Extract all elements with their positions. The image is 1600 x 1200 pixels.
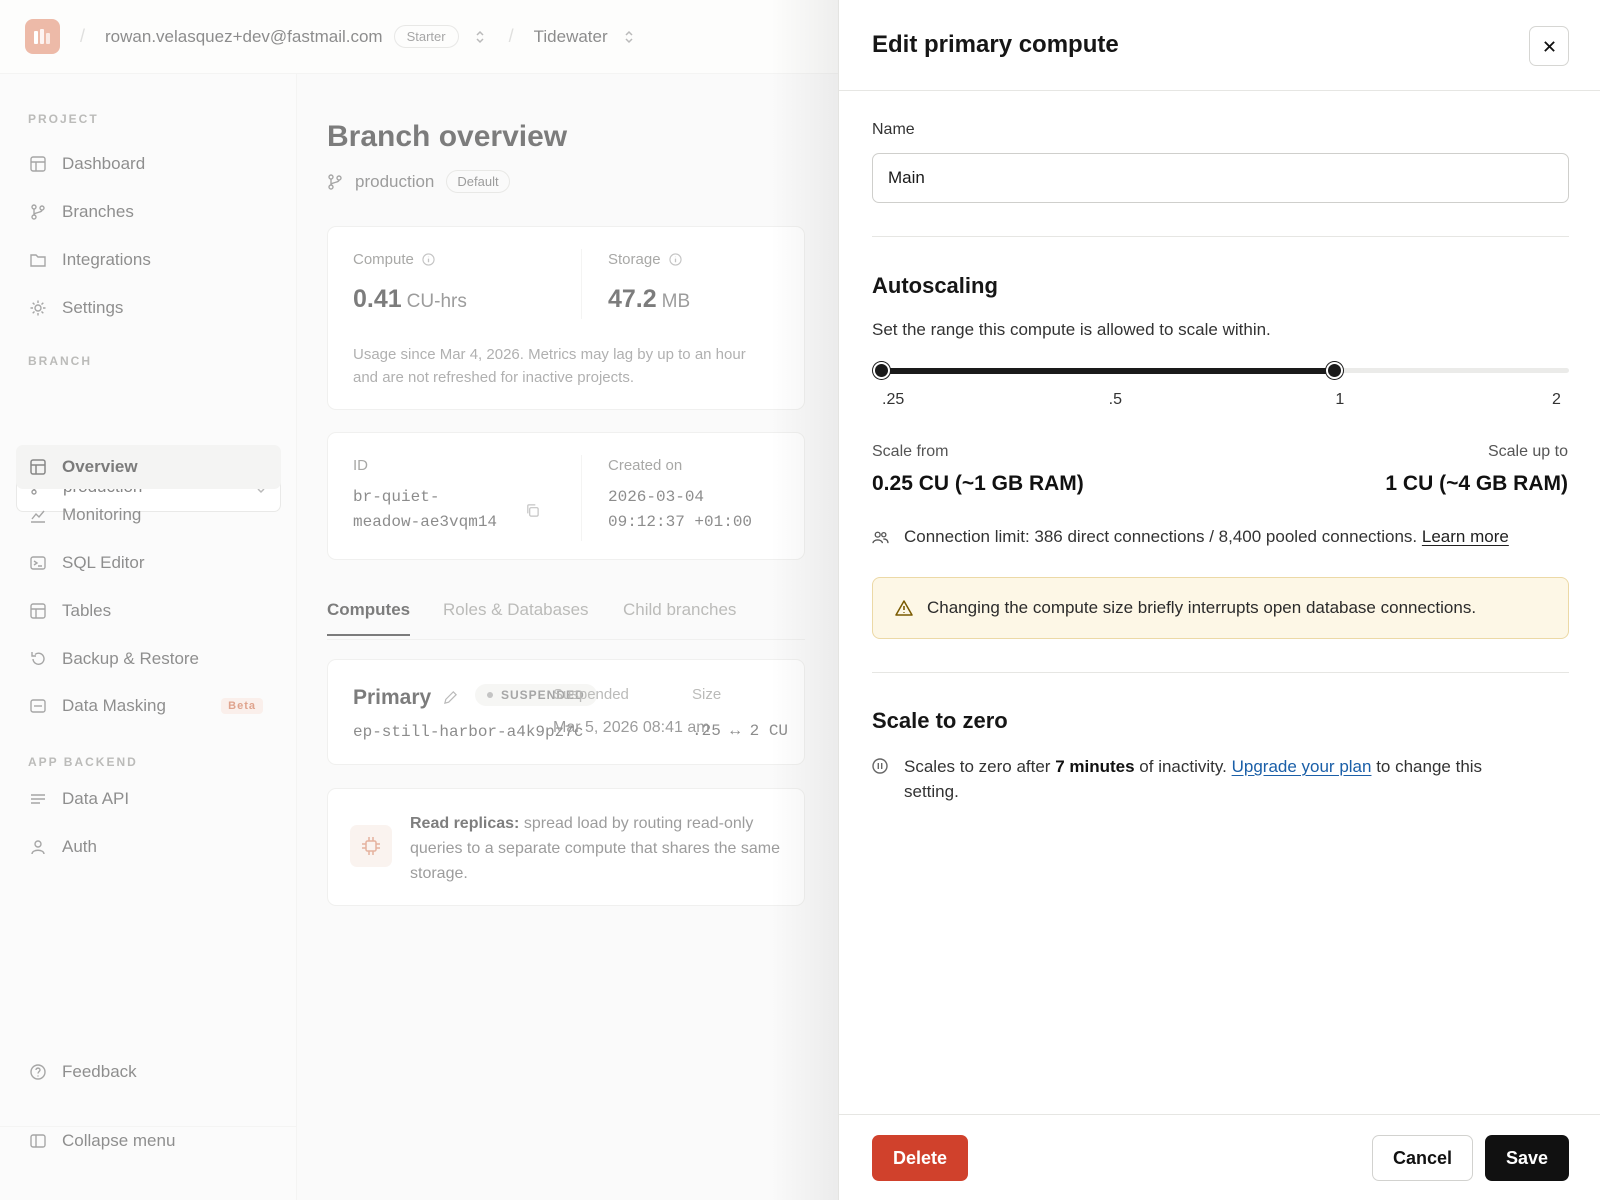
scale-to-zero-text: Scales to zero after 7 minutes of inacti… [904, 757, 1483, 801]
scale-from-label: Scale from [872, 443, 949, 460]
name-label: Name [872, 121, 915, 138]
drawer-title: Edit primary compute [872, 31, 1119, 58]
name-input[interactable] [872, 153, 1569, 203]
slider-tick-label: 2 [1552, 391, 1561, 408]
slider-min-thumb[interactable] [873, 362, 890, 379]
scale-to-zero-title: Scale to zero [872, 708, 1008, 733]
warning-text: Changing the compute size briefly interr… [927, 598, 1477, 617]
close-icon [1543, 40, 1555, 52]
connection-limit-info: Connection limit: 386 direct connections… [872, 527, 1509, 547]
scale-from-value: 0.25 CU (~1 GB RAM) [872, 472, 1084, 495]
learn-more-link[interactable]: Learn more [1422, 527, 1509, 547]
slider-range-fill [882, 368, 1336, 374]
save-button[interactable]: Save [1485, 1135, 1569, 1181]
warning-triangle-icon [895, 600, 913, 616]
autoscaling-description: Set the range this compute is allowed to… [872, 320, 1271, 339]
delete-button[interactable]: Delete [872, 1135, 968, 1181]
scale-to-zero-info: Scales to zero after 7 minutes of inacti… [872, 754, 1522, 804]
drawer-shadow [770, 0, 838, 1200]
drawer-footer: Delete Cancel Save [839, 1114, 1600, 1200]
section-divider [872, 236, 1569, 237]
autoscaling-range-slider[interactable] [872, 355, 1569, 385]
scale-to-value: 1 CU (~4 GB RAM) [1385, 472, 1568, 495]
modal-backdrop[interactable] [0, 0, 838, 1200]
slider-tick-label: 1 [1335, 391, 1345, 408]
section-divider [872, 672, 1569, 673]
slider-max-thumb[interactable] [1326, 362, 1344, 379]
pause-circle-icon [872, 758, 890, 774]
cancel-button[interactable]: Cancel [1372, 1135, 1473, 1181]
warning-alert: Changing the compute size briefly interr… [872, 577, 1569, 639]
autoscaling-title: Autoscaling [872, 273, 998, 298]
upgrade-plan-link[interactable]: Upgrade your plan [1232, 757, 1372, 776]
connection-limit-text: Connection limit: 386 direct connections… [904, 527, 1418, 546]
scale-to-label: Scale up to [1487, 443, 1568, 460]
users-icon [872, 530, 890, 545]
drawer-header: Edit primary compute [839, 0, 1600, 91]
close-button[interactable] [1529, 26, 1569, 66]
edit-compute-drawer: Edit primary compute Name Autoscaling Se… [838, 0, 1600, 1200]
slider-tick-label: .25 [882, 391, 905, 408]
slider-tick-label: .5 [1108, 391, 1122, 408]
